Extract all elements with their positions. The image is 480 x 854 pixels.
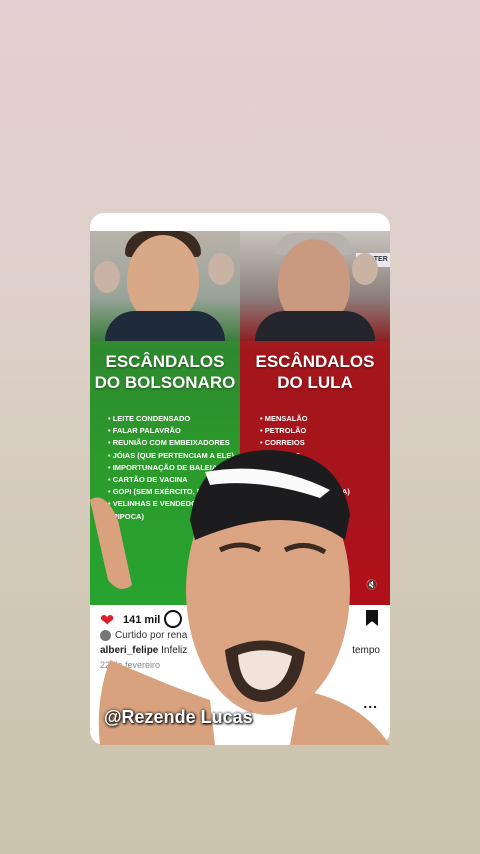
list-item: GOPI (SEM EXÉRCITO, MA (108, 486, 238, 498)
caption-username[interactable]: alberi_felipe (100, 645, 158, 656)
scandal-list: MENSALÃO PETROLÃO CORREIOS ESTATAIS ANTI… (260, 413, 390, 498)
bolsonaro-photo (90, 231, 240, 341)
bookmark-icon[interactable] (366, 610, 378, 626)
lula-photo: MASTER (240, 231, 390, 341)
list-item: IMPORTUNAÇÃO DE BALEIAS (108, 462, 238, 474)
watermark: @Rezende Lucas (104, 707, 253, 727)
background-person (208, 253, 234, 285)
comment-icon[interactable] (164, 610, 182, 628)
list-item: FALAR PALAVRÃO (108, 425, 238, 437)
list-item: CARTÃO DE VACINA (108, 474, 238, 486)
list-item: VELINHAS E VENDEDORE (108, 498, 238, 510)
list-item: ANTIA) (260, 486, 390, 498)
list-item: JÓIAS (QUE PERTENCIAM A ELE) (108, 450, 238, 462)
more-options-icon[interactable]: ... (363, 695, 378, 711)
list-item: CORREIOS (260, 437, 390, 449)
panel-title: ESCÂNDALOS DO BOLSONARO (94, 352, 236, 392)
suit (255, 311, 375, 341)
avatar (100, 630, 111, 641)
instagram-post-card: ESCÂNDALOS DO BOLSONARO LEITE CONDENSADO… (90, 213, 390, 745)
background-person (94, 261, 120, 293)
suit (105, 311, 225, 341)
liked-by[interactable]: Curtido por rena (100, 630, 187, 641)
list-item: MENSALÃO (260, 413, 390, 425)
list-item: LEITE CONDENSADO (108, 413, 238, 425)
list-item: PIPOCA) (108, 511, 238, 523)
caption: alberi_felipe Infeliz (100, 645, 385, 656)
caption-text: Infeliz (161, 645, 188, 656)
panel-title: ESCÂNDALOS DO LULA (255, 352, 375, 392)
mute-icon[interactable]: 🔇 (366, 580, 378, 591)
background-person (352, 253, 378, 285)
post-date: 22 de fevereiro (100, 660, 161, 670)
list-item: PETROLÃO (260, 425, 390, 437)
list-item: REUNIÃO COM EMBEIXADORES (108, 437, 238, 449)
heart-icon[interactable]: ❤ (100, 611, 114, 631)
like-count[interactable]: 141 mil (123, 614, 160, 626)
left-panel-bolsonaro: ESCÂNDALOS DO BOLSONARO LEITE CONDENSADO… (90, 231, 240, 605)
caption-text-end: tempo (352, 645, 380, 656)
scandal-list: LEITE CONDENSADO FALAR PALAVRÃO REUNIÃO … (108, 413, 238, 523)
list-item: ESTATAIS (260, 450, 390, 462)
right-panel-lula: MASTER ESCÂNDALOS DO LULA MENSALÃO PETRO… (240, 231, 390, 605)
face (127, 235, 199, 323)
post-image[interactable]: ESCÂNDALOS DO BOLSONARO LEITE CONDENSADO… (90, 231, 390, 605)
